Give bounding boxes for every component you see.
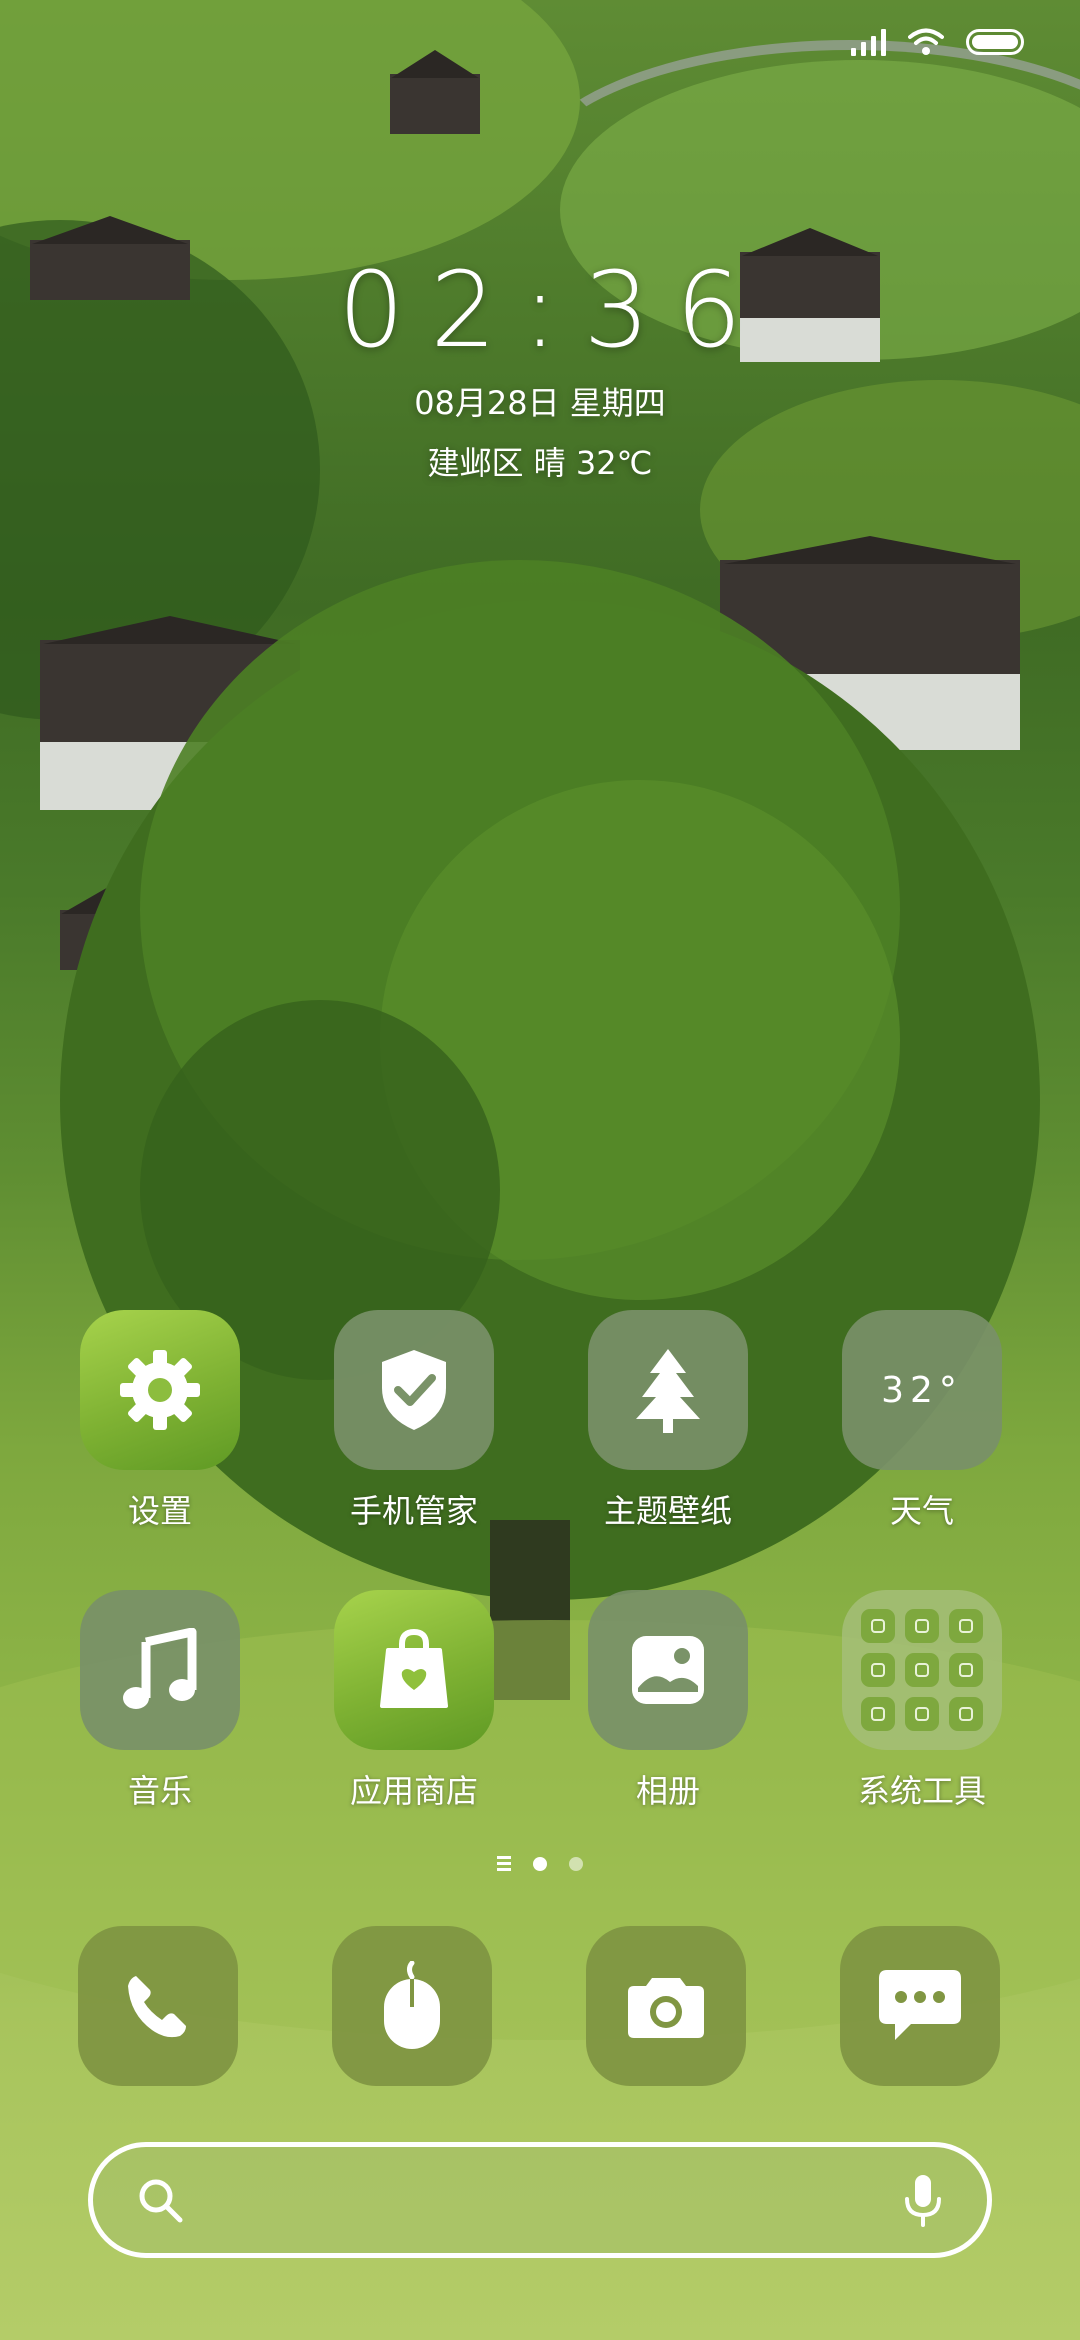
clock-widget[interactable]: 02:36 08月28日 星期四 建邺区 晴 32℃ bbox=[0, 250, 1080, 484]
app-label: 主题壁纸 bbox=[603, 1492, 732, 1530]
tree-icon bbox=[636, 1349, 700, 1433]
app-store-tile bbox=[334, 1590, 494, 1750]
folder-system-tools[interactable]: 系统工具 bbox=[812, 1590, 1032, 1812]
dock-messages[interactable] bbox=[840, 1926, 1000, 2086]
camera-icon bbox=[628, 1978, 704, 2038]
app-label: 天气 bbox=[889, 1492, 954, 1530]
folder-tile bbox=[842, 1590, 1002, 1750]
app-themes[interactable]: 主题壁纸 bbox=[558, 1310, 778, 1532]
gallery-tile bbox=[588, 1590, 748, 1750]
signal-bars-icon bbox=[851, 28, 886, 56]
app-label: 设置 bbox=[127, 1492, 192, 1530]
dock-browser[interactable] bbox=[332, 1926, 492, 2086]
search-bar[interactable] bbox=[88, 2142, 992, 2258]
clock-weather: 建邺区 晴 32℃ bbox=[427, 444, 653, 482]
browser-icon bbox=[384, 1961, 440, 2049]
app-label: 相册 bbox=[635, 1772, 700, 1810]
dock-camera[interactable] bbox=[586, 1926, 746, 2086]
app-label: 应用商店 bbox=[349, 1772, 478, 1810]
clock-time: 02:36 bbox=[338, 249, 768, 371]
search-input[interactable] bbox=[207, 2180, 879, 2220]
battery-icon bbox=[966, 29, 1024, 55]
music-note-icon bbox=[123, 1628, 197, 1709]
page-dot-active[interactable] bbox=[533, 1856, 547, 1871]
phone-icon bbox=[128, 1976, 186, 2038]
status-bar bbox=[851, 28, 1024, 56]
app-drawer-icon[interactable] bbox=[497, 1856, 511, 1871]
dock-phone[interactable] bbox=[78, 1926, 238, 2086]
app-label: 音乐 bbox=[127, 1772, 192, 1810]
microphone-icon[interactable] bbox=[903, 2173, 943, 2227]
page-dot[interactable] bbox=[569, 1856, 583, 1871]
shield-check-icon bbox=[382, 1350, 446, 1430]
weather-tile: 32° bbox=[842, 1310, 1002, 1470]
shopping-bag-icon bbox=[380, 1628, 448, 1708]
app-label: 系统工具 bbox=[857, 1772, 986, 1810]
settings-tile bbox=[80, 1310, 240, 1470]
app-settings[interactable]: 设置 bbox=[50, 1310, 270, 1532]
app-phone-manager[interactable]: 手机管家 bbox=[304, 1310, 524, 1532]
app-music[interactable]: 音乐 bbox=[50, 1590, 270, 1812]
phone-manager-tile bbox=[334, 1310, 494, 1470]
wifi-icon bbox=[908, 28, 944, 55]
app-weather[interactable]: 32° 天气 bbox=[812, 1310, 1032, 1532]
gear-icon bbox=[120, 1350, 200, 1430]
folder-icon bbox=[861, 1609, 983, 1731]
weather-temp-icon: 32° bbox=[881, 1369, 963, 1411]
music-tile bbox=[80, 1590, 240, 1750]
app-label: 手机管家 bbox=[349, 1492, 478, 1530]
page-indicator[interactable] bbox=[0, 1856, 1080, 1871]
themes-tile bbox=[588, 1310, 748, 1470]
search-icon[interactable] bbox=[137, 2177, 183, 2223]
app-gallery[interactable]: 相册 bbox=[558, 1590, 778, 1812]
photo-icon bbox=[632, 1636, 704, 1704]
app-store[interactable]: 应用商店 bbox=[304, 1590, 524, 1812]
clock-date: 08月28日 星期四 bbox=[414, 384, 666, 422]
message-icon bbox=[879, 1970, 961, 2040]
